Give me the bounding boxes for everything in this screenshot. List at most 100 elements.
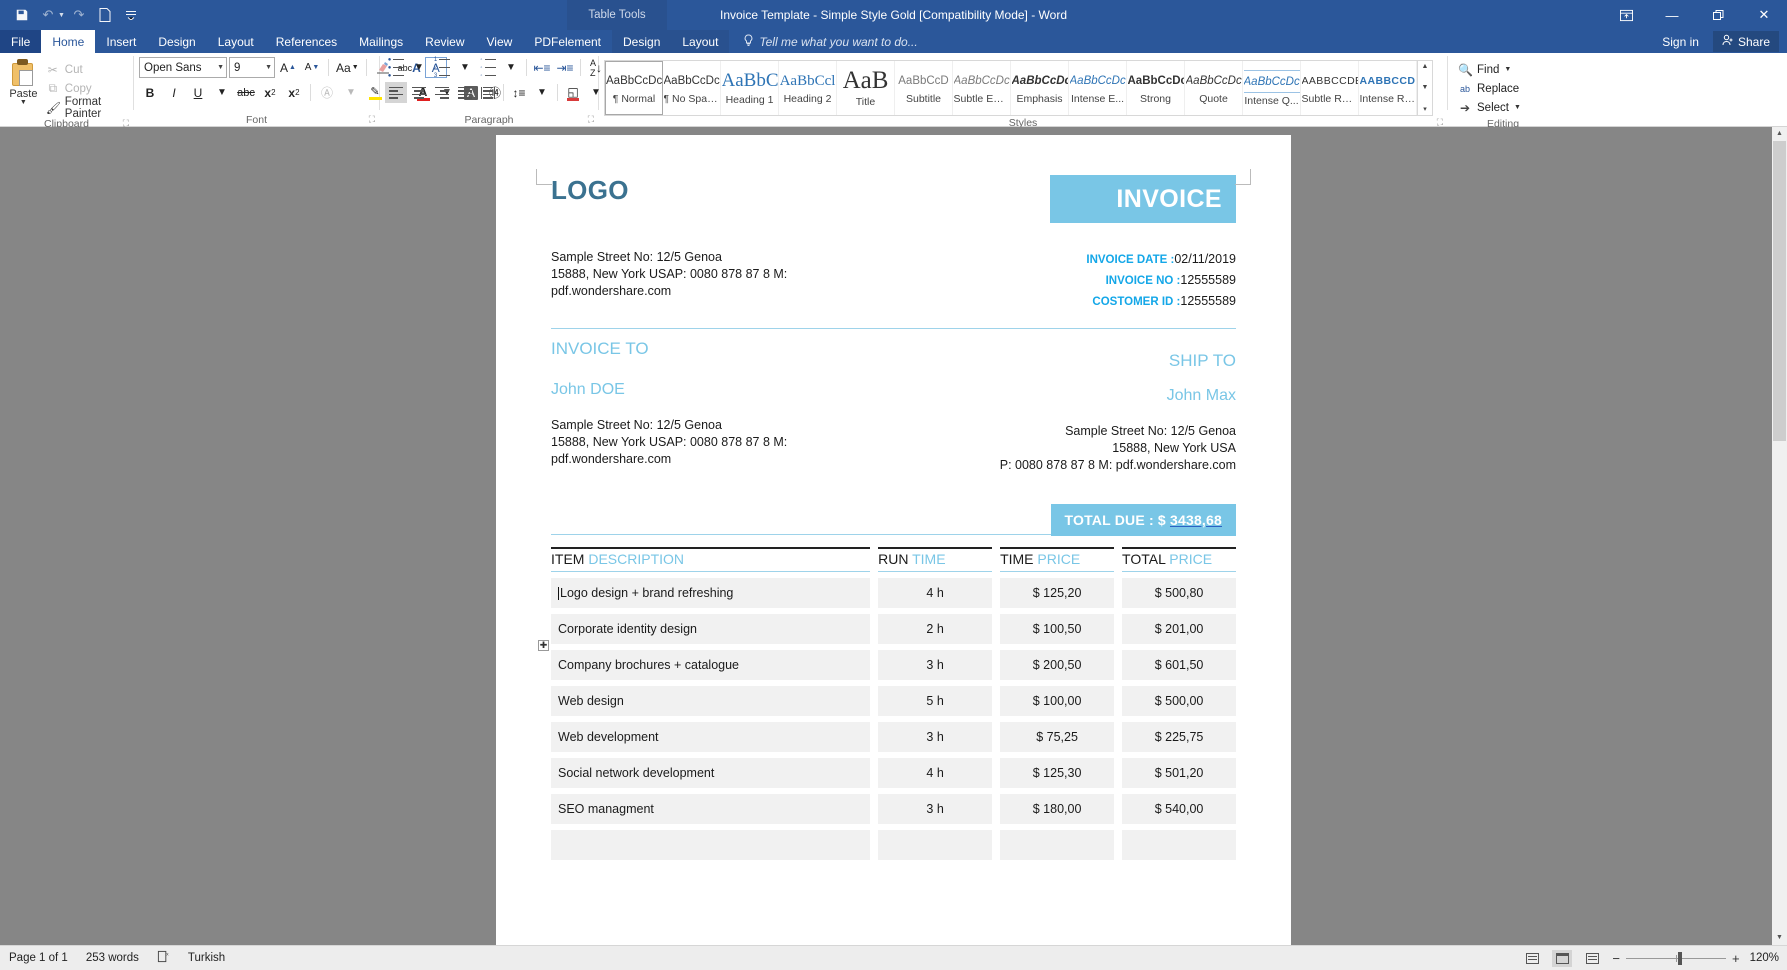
underline-button[interactable]: U (187, 82, 209, 103)
document-page[interactable]: LOGO INVOICE Sample Street No: 12/5 Geno… (496, 135, 1291, 945)
cell-total-price[interactable]: $ 501,20 (1122, 758, 1236, 788)
tab-references[interactable]: References (265, 30, 348, 53)
tab-insert[interactable]: Insert (95, 30, 147, 53)
style-subtitle[interactable]: AaBbCcD Subtitle (895, 61, 953, 115)
increase-indent-icon[interactable]: ⇥≡ (554, 57, 576, 78)
scrollbar-thumb[interactable] (1773, 141, 1786, 441)
cell-item[interactable] (551, 830, 871, 860)
tab-view[interactable]: View (476, 30, 524, 53)
tab-design[interactable]: Design (147, 30, 206, 53)
table-row[interactable] (551, 830, 1236, 860)
web-layout-view-button[interactable] (1582, 950, 1602, 967)
styles-more-icon[interactable]: ▾ (1423, 105, 1427, 113)
cell-run-time[interactable]: 3 h (878, 722, 993, 752)
style-intense-quote[interactable]: AaBbCcDc Intense Q... (1243, 61, 1301, 115)
grow-font-button[interactable]: A ▲ (277, 57, 299, 78)
style-subtle-emphasis[interactable]: AaBbCcDc Subtle Em... (953, 61, 1011, 115)
cell-item[interactable]: Web design (551, 686, 871, 716)
find-caret[interactable]: ▼ (1504, 66, 1511, 73)
table-move-handle-icon[interactable]: ✚ (538, 640, 549, 651)
italic-button[interactable]: I (163, 82, 185, 103)
font-size-combobox[interactable]: 9 ▼ (229, 57, 275, 78)
align-center-icon[interactable] (408, 82, 430, 103)
align-left-icon[interactable] (385, 82, 407, 103)
zoom-slider[interactable]: − + (1612, 951, 1739, 966)
paste-dropdown-caret[interactable]: ▼ (20, 99, 27, 106)
undo-icon[interactable]: ↶ (36, 4, 60, 26)
sign-in-link[interactable]: Sign in (1662, 35, 1699, 49)
style-title[interactable]: AaB Title (837, 61, 895, 115)
subscript-button[interactable]: x2 (259, 82, 281, 103)
multilevel-list-icon[interactable]: ◦ ◦ ◦ (477, 57, 499, 79)
character-border-caret[interactable]: ▼ (340, 82, 362, 103)
font-dialog-launcher[interactable]: ⛶ (369, 112, 375, 126)
tell-me-box[interactable]: Tell me what you want to do... (729, 30, 918, 53)
zoom-out-button[interactable]: − (1612, 951, 1620, 966)
select-button[interactable]: ➔ Select ▼ (1453, 98, 1526, 117)
style-quote[interactable]: AaBbCcDc Quote (1185, 61, 1243, 115)
cell-time-price[interactable]: $ 180,00 (1000, 794, 1115, 824)
strikethrough-button[interactable]: abc (235, 82, 257, 103)
format-painter-button[interactable]: 🖌 Format Painter (42, 96, 128, 120)
table-row[interactable]: Corporate identity design 2 h $ 100,50 $… (551, 614, 1236, 644)
tab-layout[interactable]: Layout (207, 30, 265, 53)
justify-icon[interactable] (454, 82, 476, 103)
replace-button[interactable]: ab Replace (1453, 79, 1526, 98)
bold-button[interactable]: B (139, 82, 161, 103)
scrollbar-track[interactable] (1772, 141, 1787, 931)
table-row[interactable]: Logo design + brand refreshing 4 h $ 125… (551, 578, 1236, 608)
shading-icon[interactable]: ◱ (562, 82, 584, 103)
cell-item[interactable]: Web development (551, 722, 871, 752)
shrink-font-button[interactable]: A ▼ (301, 57, 323, 78)
print-layout-view-button[interactable] (1552, 949, 1573, 967)
read-mode-view-button[interactable] (1522, 950, 1542, 967)
scroll-down-icon[interactable]: ▼ (1776, 931, 1783, 945)
cell-time-price[interactable]: $ 125,30 (1000, 758, 1115, 788)
numbering-icon[interactable]: 123 (431, 57, 453, 79)
cut-button[interactable]: ✂ Cut (42, 60, 128, 79)
cell-total-price[interactable] (1122, 830, 1236, 860)
chevron-down-icon[interactable]: ▼ (214, 64, 224, 71)
ribbon-display-options-icon[interactable] (1603, 0, 1649, 30)
tab-table-tools-design[interactable]: Design (612, 30, 672, 53)
customize-quick-access-toolbar-icon[interactable] (119, 4, 143, 26)
tab-home[interactable]: Home (41, 30, 96, 53)
distributed-icon[interactable] (477, 82, 499, 103)
cell-total-price[interactable]: $ 540,00 (1122, 794, 1236, 824)
word-count-status[interactable]: 253 words (86, 952, 139, 964)
cell-time-price[interactable]: $ 100,50 (1000, 614, 1115, 644)
change-case-button[interactable]: Aa ▼ (334, 57, 361, 78)
style-heading-2[interactable]: AaBbCcl Heading 2 (779, 61, 837, 115)
zoom-level-label[interactable]: 120% (1750, 952, 1779, 964)
table-row[interactable]: Company brochures + catalogue 3 h $ 200,… (551, 650, 1236, 680)
font-name-combobox[interactable]: Open Sans ▼ (139, 57, 227, 78)
bullets-icon[interactable]: ● ● ● (385, 57, 407, 79)
cell-run-time[interactable]: 3 h (878, 794, 993, 824)
cell-run-time[interactable]: 4 h (878, 578, 993, 608)
restore-icon[interactable] (1695, 0, 1741, 30)
tab-table-tools-layout[interactable]: Layout (671, 30, 730, 53)
close-icon[interactable]: ✕ (1741, 0, 1787, 30)
styles-gallery-scrollbar[interactable]: ▲ ▼ ▾ (1418, 60, 1433, 116)
table-row[interactable]: Web development 3 h $ 75,25 $ 225,75 (551, 722, 1236, 752)
cell-time-price[interactable]: $ 125,20 (1000, 578, 1115, 608)
cell-run-time[interactable] (878, 830, 993, 860)
document-canvas[interactable]: LOGO INVOICE Sample Street No: 12/5 Geno… (0, 127, 1787, 945)
multilevel-caret[interactable]: ▼ (500, 57, 522, 78)
style-heading-1[interactable]: AaBbC Heading 1 (721, 61, 779, 115)
cell-item[interactable]: Logo design + brand refreshing (551, 578, 871, 608)
style-normal[interactable]: AaBbCcDc ¶ Normal (605, 61, 663, 115)
styles-scroll-down-icon[interactable]: ▼ (1422, 84, 1429, 91)
line-spacing-icon[interactable]: ↕≡ (508, 82, 530, 103)
select-caret[interactable]: ▼ (1514, 104, 1521, 111)
cell-item[interactable]: Social network development (551, 758, 871, 788)
cell-time-price[interactable]: $ 200,50 (1000, 650, 1115, 680)
cell-time-price[interactable]: $ 75,25 (1000, 722, 1115, 752)
share-button[interactable]: Share (1712, 31, 1779, 52)
redo-icon[interactable]: ↷ (67, 4, 91, 26)
cell-total-price[interactable]: $ 500,80 (1122, 578, 1236, 608)
tab-file[interactable]: File (0, 30, 42, 53)
cell-total-price[interactable]: $ 225,75 (1122, 722, 1236, 752)
cell-run-time[interactable]: 5 h (878, 686, 993, 716)
tab-review[interactable]: Review (414, 30, 475, 53)
